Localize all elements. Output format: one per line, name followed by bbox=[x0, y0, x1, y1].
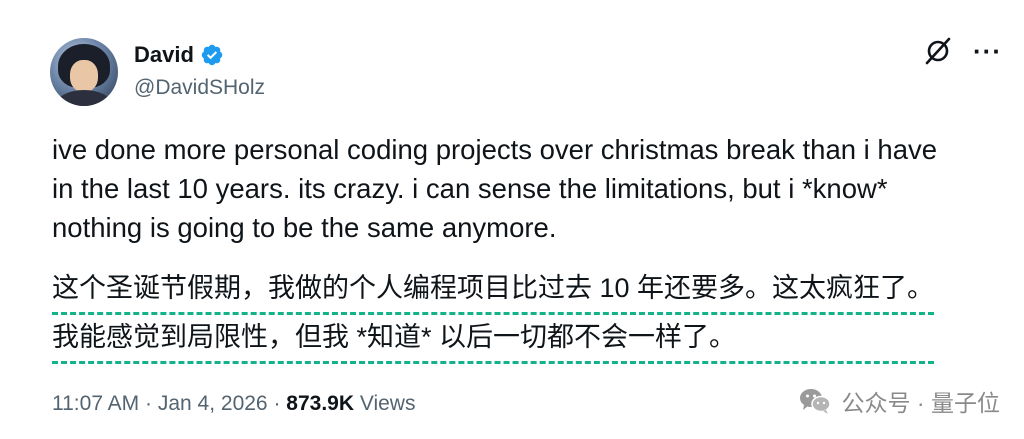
watermark: 公众号 · 量子位 bbox=[798, 384, 1000, 418]
verified-badge-icon bbox=[200, 43, 224, 67]
meta-separator: · bbox=[139, 392, 158, 415]
wechat-icon bbox=[798, 386, 832, 416]
tweet-card: David @DavidSHolz ··· ive done more pers… bbox=[0, 0, 1024, 439]
meta-separator: · bbox=[267, 392, 287, 415]
tweet-time[interactable]: 11:07 AM bbox=[52, 392, 139, 415]
translation-line-text: 这个圣诞节假期，我做的个人编程项目比过去 10 年还要多。这太疯狂了。 bbox=[52, 266, 935, 315]
tweet-date[interactable]: Jan 4, 2026 bbox=[158, 392, 268, 415]
avatar[interactable] bbox=[50, 38, 118, 106]
watermark-text: 公众号 · 量子位 bbox=[841, 390, 1000, 416]
grok-icon[interactable] bbox=[923, 36, 953, 66]
author-name-row: David bbox=[134, 42, 224, 68]
views-label: Views bbox=[354, 392, 416, 415]
translation-text: 这个圣诞节假期，我做的个人编程项目比过去 10 年还要多。这太疯狂了。 我能感觉… bbox=[52, 266, 935, 364]
tweet-text-line: ive done more personal coding projects o… bbox=[52, 134, 938, 165]
tweet-text-line: nothing is going to be the same anymore. bbox=[52, 212, 557, 243]
translation-line-text: 我能感觉到局限性，但我 *知道* 以后一切都不会一样了。 bbox=[52, 315, 935, 364]
tweet-text-line: in the last 10 years. its crazy. i can s… bbox=[52, 173, 888, 204]
translation-line: 我能感觉到局限性，但我 *知道* 以后一切都不会一样了。 bbox=[52, 315, 935, 364]
author-handle[interactable]: @DavidSHolz bbox=[134, 76, 265, 100]
views-count[interactable]: 873.9K bbox=[286, 392, 354, 415]
tweet-text: ive done more personal coding projects o… bbox=[52, 130, 1012, 247]
more-options-icon[interactable]: ··· bbox=[973, 38, 1002, 64]
author-display-name[interactable]: David bbox=[134, 42, 194, 68]
top-actions: ··· bbox=[923, 36, 1002, 66]
tweet-meta: 11:07 AM · Jan 4, 2026 · 873.9K Views bbox=[52, 392, 415, 416]
translation-line: 这个圣诞节假期，我做的个人编程项目比过去 10 年还要多。这太疯狂了。 bbox=[52, 266, 935, 315]
